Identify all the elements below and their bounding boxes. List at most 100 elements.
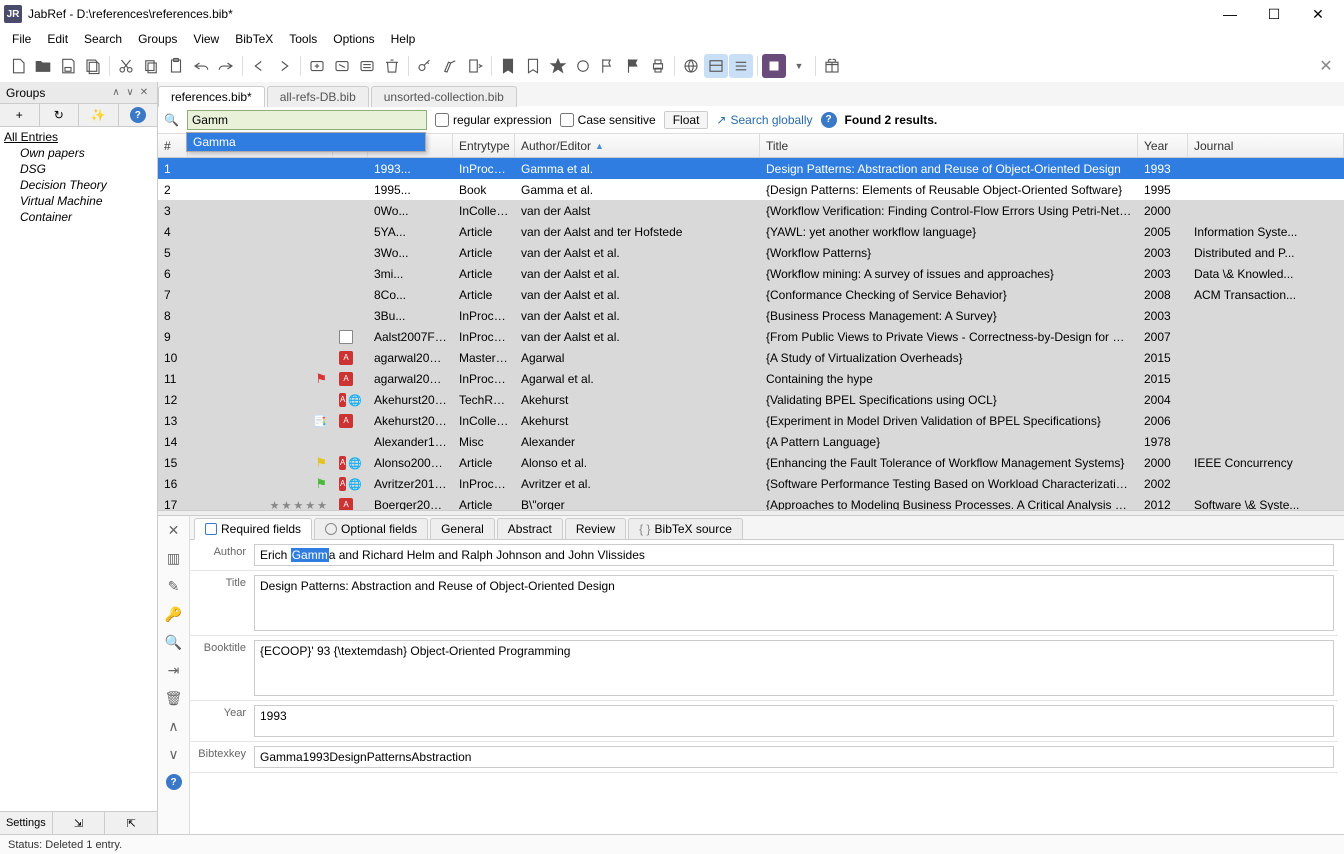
gift-icon[interactable]	[820, 54, 844, 78]
col-title[interactable]: Title	[760, 134, 1138, 157]
table-row[interactable]: 45YA...Articlevan der Aalst and ter Hofs…	[158, 221, 1344, 242]
editor-tab-required[interactable]: Required fields	[194, 518, 312, 540]
undo-icon[interactable]	[189, 54, 213, 78]
tree-item[interactable]: Own papers	[0, 145, 157, 161]
table-row[interactable]: 9Aalst2007Fro...InProcee...van der Aalst…	[158, 326, 1344, 347]
minimize-button[interactable]: —	[1208, 0, 1252, 28]
title-field[interactable]: Design Patterns: Abstraction and Reuse o…	[254, 575, 1334, 631]
table-row[interactable]: 17ABoerger2012...ArticleB\"orger{Approac…	[158, 494, 1344, 510]
year-field[interactable]: 1993	[254, 705, 1334, 737]
app-icon[interactable]	[762, 54, 786, 78]
col-author[interactable]: Author/Editor▲	[515, 134, 760, 157]
booktitle-field[interactable]: {ECOOP}' 93 {\textemdash} Object-Oriente…	[254, 640, 1334, 696]
tree-root[interactable]: All Entries	[0, 129, 157, 145]
auto-group-button[interactable]: ✨	[79, 104, 119, 126]
toggle-preview-icon[interactable]	[704, 54, 728, 78]
pencil-icon[interactable]: ✎	[164, 576, 184, 596]
menu-options[interactable]: Options	[327, 30, 380, 48]
table-row[interactable]: 83Bu...InProcee...van der Aalst et al.{B…	[158, 305, 1344, 326]
key-icon[interactable]	[413, 54, 437, 78]
circle-icon[interactable]	[571, 54, 595, 78]
file-tab[interactable]: all-refs-DB.bib	[267, 86, 369, 107]
table-row[interactable]: 21995...BookGamma et al.{Design Patterns…	[158, 179, 1344, 200]
search-input[interactable]	[187, 110, 427, 130]
next-icon[interactable]: ∨	[164, 744, 184, 764]
menu-edit[interactable]: Edit	[41, 30, 74, 48]
settings-button[interactable]: Settings	[0, 812, 53, 834]
case-checkbox[interactable]: Case sensitive	[560, 113, 656, 127]
edit-entry-icon[interactable]	[330, 54, 354, 78]
expand-button[interactable]: ⇲	[53, 812, 106, 834]
menu-tools[interactable]: Tools	[283, 30, 323, 48]
tree-item[interactable]: Decision Theory	[0, 177, 157, 193]
add-group-button[interactable]: +	[0, 104, 40, 126]
unmark-icon[interactable]	[521, 54, 545, 78]
col-year[interactable]: Year	[1138, 134, 1188, 157]
table-row[interactable]: 11993...InProcee...Gamma et al.Design Pa…	[158, 158, 1344, 179]
link-icon[interactable]: ⇥	[164, 660, 184, 680]
table-row[interactable]: 63mi...Articlevan der Aalst et al.{Workf…	[158, 263, 1344, 284]
cut-icon[interactable]	[114, 54, 138, 78]
new-db-icon[interactable]	[6, 54, 30, 78]
editor-help-icon[interactable]: ?	[164, 772, 184, 792]
genkey-icon[interactable]: 🔑	[164, 604, 184, 624]
editor-tab-review[interactable]: Review	[565, 518, 626, 540]
bibtexkey-field[interactable]: Gamma1993DesignPatternsAbstraction	[254, 746, 1334, 768]
tree-item[interactable]: DSG	[0, 161, 157, 177]
flags-icon[interactable]	[596, 54, 620, 78]
trash-icon[interactable]: 🗑	[164, 688, 184, 708]
table-row[interactable]: 14Alexander19...MiscAlexander{A Pattern …	[158, 431, 1344, 452]
menu-help[interactable]: Help	[385, 30, 422, 48]
groups-tree[interactable]: All Entries Own papers DSG Decision Theo…	[0, 127, 157, 811]
menu-file[interactable]: File	[6, 30, 37, 48]
author-field[interactable]: Erich Gamma and Richard Helm and Ralph J…	[254, 544, 1334, 566]
table-row[interactable]: 15AAlonso2000...ArticleAlonso et al.{Enh…	[158, 452, 1344, 473]
star-icon[interactable]	[546, 54, 570, 78]
table-row[interactable]: 13AAkehurst200...InCollecti...Akehurst{E…	[158, 410, 1344, 431]
menu-bibtex[interactable]: BibTeX	[229, 30, 279, 48]
close-button[interactable]: ✕	[1296, 0, 1340, 28]
refresh-groups-button[interactable]: ↻	[40, 104, 80, 126]
table-row[interactable]: 12AAkehurst200...TechRep...Akehurst{Vali…	[158, 389, 1344, 410]
back-icon[interactable]	[247, 54, 271, 78]
delete-icon[interactable]	[380, 54, 404, 78]
file-tab[interactable]: unsorted-collection.bib	[371, 86, 517, 107]
autocomplete-option[interactable]: Gamma	[187, 133, 425, 151]
menu-search[interactable]: Search	[78, 30, 128, 48]
menu-view[interactable]: View	[187, 30, 225, 48]
mark-icon[interactable]	[496, 54, 520, 78]
close-tab-icon[interactable]: ✕	[1314, 56, 1338, 76]
dropdown-icon[interactable]: ▼	[787, 54, 811, 78]
close-editor-icon[interactable]: ✕	[164, 520, 184, 540]
web-icon[interactable]	[679, 54, 703, 78]
forward-icon[interactable]	[272, 54, 296, 78]
save-icon[interactable]	[56, 54, 80, 78]
collapse-button[interactable]: ⇱	[105, 812, 157, 834]
new-entry-icon[interactable]	[305, 54, 329, 78]
table-row[interactable]: 10Aagarwal2015...MastersT...Agarwal{A St…	[158, 347, 1344, 368]
menu-groups[interactable]: Groups	[132, 30, 183, 48]
paste-icon[interactable]	[164, 54, 188, 78]
col-entrytype[interactable]: Entrytype	[453, 134, 515, 157]
search-help-icon[interactable]: ?	[821, 112, 837, 128]
redo-icon[interactable]	[214, 54, 238, 78]
lookup-icon[interactable]: 🔍	[164, 632, 184, 652]
cleanup-icon[interactable]	[438, 54, 462, 78]
tree-item[interactable]: Virtual Machine	[0, 193, 157, 209]
maximize-button[interactable]: ☐	[1252, 0, 1296, 28]
editor-tab-optional[interactable]: Optional fields	[314, 518, 428, 540]
table-body[interactable]: 11993...InProcee...Gamma et al.Design Pa…	[158, 158, 1344, 510]
save-all-icon[interactable]	[81, 54, 105, 78]
file-tab[interactable]: references.bib*	[158, 86, 265, 107]
search-autocomplete[interactable]: Gamma	[186, 132, 426, 152]
tree-item[interactable]: Container	[0, 209, 157, 225]
table-row[interactable]: 53Wo...Articlevan der Aalst et al.{Workf…	[158, 242, 1344, 263]
type-icon[interactable]: ▥	[164, 548, 184, 568]
push-icon[interactable]	[463, 54, 487, 78]
entry-editor-icon[interactable]	[355, 54, 379, 78]
table-row[interactable]: 30Wo...InCollecti...van der Aalst{Workfl…	[158, 200, 1344, 221]
table-row[interactable]: 11Aagarwal2015...InProcee...Agarwal et a…	[158, 368, 1344, 389]
search-globally-link[interactable]: ↗ Search globally	[716, 113, 812, 127]
col-journal[interactable]: Journal	[1188, 134, 1344, 157]
help-groups-button[interactable]: ?	[119, 104, 158, 126]
